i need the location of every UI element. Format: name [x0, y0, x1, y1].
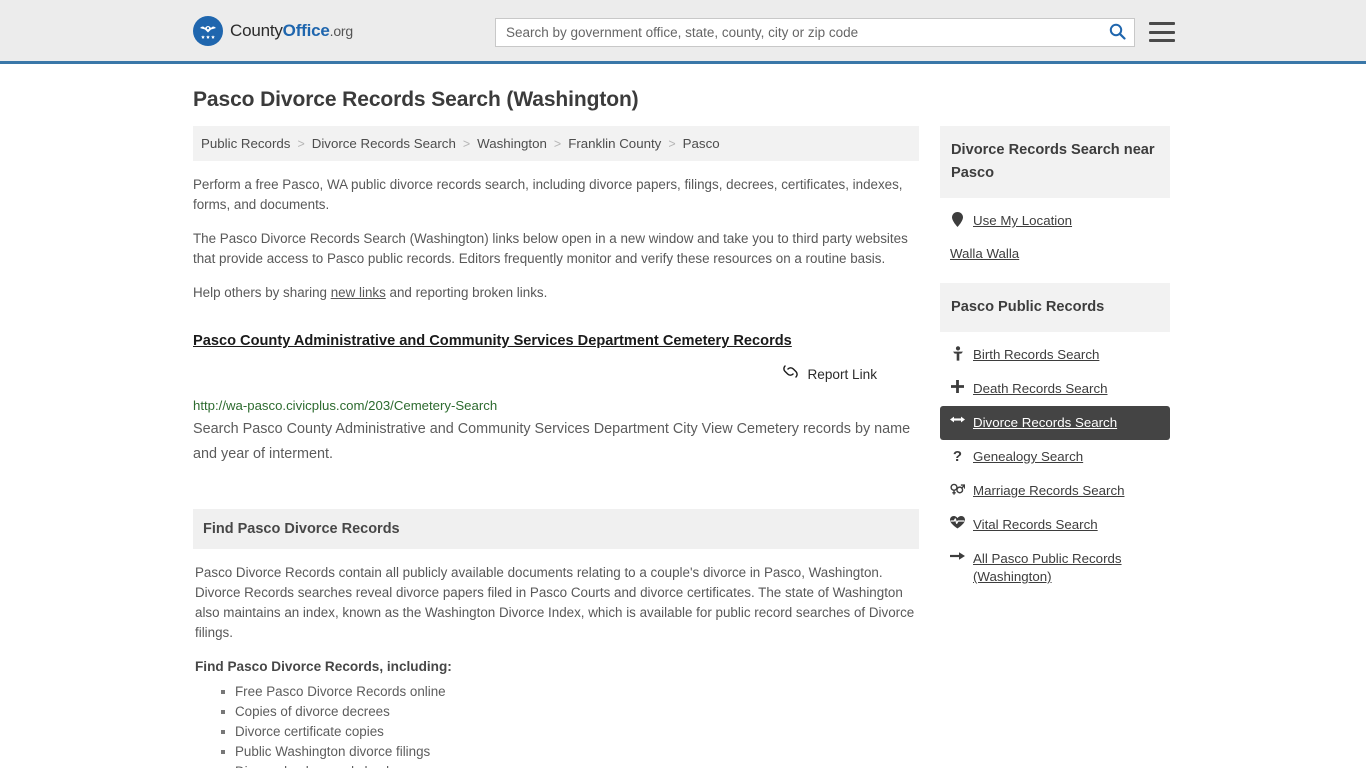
logo-text-county: County [230, 20, 283, 40]
share-text-after: and reporting broken links. [385, 285, 548, 300]
breadcrumb-separator: > [297, 136, 305, 151]
sidebar-item-label: Genealogy Search [973, 449, 1084, 464]
breadcrumb-item-franklin-county[interactable]: Franklin County [568, 136, 661, 151]
site-logo[interactable]: CountyOffice.org [193, 15, 353, 46]
panel-description: Pasco Divorce Records contain all public… [195, 565, 915, 640]
list-item: Free Pasco Divorce Records online [221, 682, 917, 702]
search-icon [1109, 23, 1126, 43]
breadcrumb-separator: > [462, 136, 471, 151]
sidebar-item-walla-walla[interactable]: Walla Walla [940, 238, 1170, 269]
sidebar-item-label: All Pasco Public Records (Washington) [973, 551, 1122, 584]
sidebar-near-list: Use My Location Walla Walla [940, 198, 1170, 269]
site-header: CountyOffice.org [0, 0, 1366, 64]
walla-walla-link[interactable]: Walla Walla [950, 246, 1019, 261]
sidebar-item-label: Death Records Search [973, 381, 1108, 396]
record-result: Pasco County Administrative and Communit… [193, 331, 919, 467]
breadcrumb-item-divorce-records-search[interactable]: Divorce Records Search [312, 136, 456, 151]
venus-mars-icon [950, 482, 965, 496]
logo-text-office: Office [282, 20, 330, 40]
use-my-location-label: Use My Location [973, 213, 1073, 228]
search-input[interactable] [496, 25, 1100, 40]
find-records-panel: Find Pasco Divorce Records Pasco Divorce… [193, 509, 919, 768]
new-links-link[interactable]: new links [331, 285, 386, 300]
records-bullet-list: Free Pasco Divorce Records online Copies… [195, 682, 917, 768]
sidebar-near-heading: Divorce Records Search near Pasco [940, 126, 1170, 198]
sidebar-item-marriage-records-search[interactable]: Marriage Records Search [940, 474, 1170, 508]
list-item: Divorce certificate copies [221, 722, 917, 742]
sidebar-public-records-list: Birth Records Search Death Records Searc… [940, 332, 1170, 594]
record-title-link[interactable]: Pasco County Administrative and Communit… [193, 331, 792, 351]
sidebar-item-divorce-records-search[interactable]: Divorce Records Search [940, 406, 1170, 440]
breadcrumb-item-washington[interactable]: Washington [477, 136, 547, 151]
baby-icon [950, 346, 965, 361]
record-description: Search Pasco County Administrative and C… [193, 421, 911, 462]
record-url[interactable]: http://wa-pasco.civicplus.com/203/Cemete… [193, 397, 919, 415]
report-link-label[interactable]: Report Link [807, 367, 877, 382]
sidebar-item-all-pasco-public-records[interactable]: All Pasco Public Records (Washington) [940, 542, 1170, 594]
arrow-right-icon [950, 550, 965, 562]
sidebar-item-death-records-search[interactable]: Death Records Search [940, 372, 1170, 406]
intro-paragraph-2: The Pasco Divorce Records Search (Washin… [193, 231, 908, 266]
map-pin-icon [950, 212, 965, 227]
search-button[interactable] [1100, 19, 1134, 46]
sidebar-item-genealogy-search[interactable]: ? Genealogy Search [940, 440, 1170, 474]
content-columns: Public Records > Divorce Records Search … [193, 126, 1173, 768]
panel-lead-in: Find Pasco Divorce Records, including: [195, 659, 452, 674]
list-item: Copies of divorce decrees [221, 702, 917, 722]
sidebar-item-label: Marriage Records Search [973, 483, 1125, 498]
panel-heading: Find Pasco Divorce Records [193, 509, 919, 549]
heart-pulse-icon [950, 516, 965, 529]
intro-paragraph-3: Help others by sharing new links and rep… [193, 283, 919, 303]
sidebar-item-label: Vital Records Search [973, 517, 1098, 532]
search-box[interactable] [495, 18, 1135, 47]
hamburger-bar [1149, 30, 1175, 34]
sidebar-item-vital-records-search[interactable]: Vital Records Search [940, 508, 1170, 542]
report-link-row[interactable]: Report Link [193, 363, 877, 385]
sidebar-public-records-heading: Pasco Public Records [940, 283, 1170, 332]
list-item: Public Washington divorce filings [221, 742, 917, 762]
sidebar-public-records-section: Pasco Public Records Birth Records Searc… [940, 283, 1170, 594]
breadcrumb-item-public-records[interactable]: Public Records [201, 136, 290, 151]
question-mark-icon: ? [952, 448, 963, 465]
sidebar-item-birth-records-search[interactable]: Birth Records Search [940, 338, 1170, 372]
sidebar-item-label: Birth Records Search [973, 347, 1100, 362]
arrows-split-icon [950, 414, 965, 425]
hamburger-menu-icon[interactable] [1149, 19, 1175, 45]
intro-paragraph-1: Perform a free Pasco, WA public divorce … [193, 177, 903, 212]
main-content: Public Records > Divorce Records Search … [193, 126, 919, 768]
broken-link-icon [782, 363, 799, 385]
site-logo-text: CountyOffice.org [230, 21, 353, 41]
sidebar-item-label: Divorce Records Search [973, 415, 1118, 430]
breadcrumb-item-pasco[interactable]: Pasco [683, 136, 720, 151]
sidebar: Divorce Records Search near Pasco Use My… [940, 126, 1170, 608]
hamburger-bar [1149, 22, 1175, 25]
panel-body: Pasco Divorce Records contain all public… [193, 549, 919, 768]
hamburger-bar [1149, 39, 1175, 42]
plus-cross-icon [950, 380, 965, 393]
page-title: Pasco Divorce Records Search (Washington… [193, 88, 639, 111]
sidebar-near-section: Divorce Records Search near Pasco Use My… [940, 126, 1170, 269]
list-item: Divorce background checks [233, 762, 917, 768]
eagle-seal-icon [193, 15, 223, 46]
breadcrumb-separator: > [668, 136, 676, 151]
breadcrumb: Public Records > Divorce Records Search … [193, 126, 919, 161]
sidebar-item-use-my-location[interactable]: Use My Location [940, 204, 1170, 238]
page-container: Pasco Divorce Records Search (Washington… [0, 88, 1366, 768]
share-text-before: Help others by sharing [193, 285, 331, 300]
logo-text-org: .org [329, 22, 354, 39]
breadcrumb-separator: > [553, 136, 562, 151]
